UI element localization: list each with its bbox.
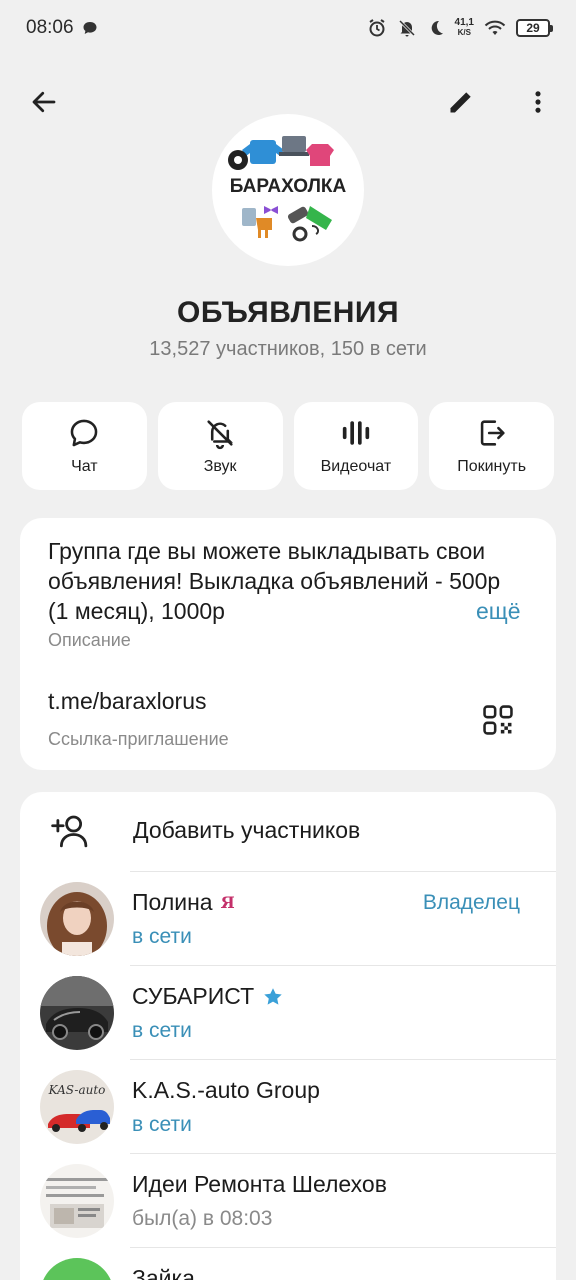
- chat-button-label: Чат: [71, 458, 98, 475]
- bell-off-icon: [207, 420, 234, 450]
- add-user-icon: [51, 815, 88, 848]
- member-row[interactable]: СУБАРИСТ в сети: [20, 965, 556, 1059]
- divider: [130, 1059, 556, 1060]
- pencil-icon: [450, 92, 471, 113]
- alarm-icon: [367, 18, 387, 38]
- leave-button-label: Покинуть: [457, 458, 527, 475]
- divider: [130, 1153, 556, 1154]
- show-more-link[interactable]: ещё: [468, 596, 521, 626]
- members-card: Добавить участников Полина Я в сети Влад…: [20, 792, 556, 1280]
- sound-button[interactable]: Звук: [157, 402, 283, 490]
- logo-text: БАРАХОЛКА: [230, 176, 347, 197]
- sound-button-label: Звук: [203, 458, 237, 475]
- member-row[interactable]: Полина Я в сети Владелец: [20, 871, 556, 965]
- status-bar: 08:06 41,1 K/S 29: [0, 0, 576, 56]
- emoji-badge: Я: [220, 893, 235, 912]
- avatar-text: KAS-auto: [48, 1083, 106, 1097]
- group-description[interactable]: Группа где вы можете выкладывать свои об…: [48, 536, 518, 632]
- owner-badge: Владелец: [422, 891, 520, 914]
- member-status: в сети: [132, 925, 192, 948]
- member-name: Полина Я: [132, 889, 235, 915]
- member-status: в сети: [132, 1113, 192, 1136]
- member-row[interactable]: KAS-auto K.A.S.-auto Group в сети: [20, 1059, 556, 1153]
- add-members-button[interactable]: Добавить участников: [20, 792, 556, 870]
- more-vertical-icon: [535, 91, 541, 113]
- avatar: [40, 976, 114, 1050]
- battery-indicator: 29: [516, 19, 553, 37]
- more-options-button[interactable]: [514, 78, 562, 126]
- description-caption: Описание: [48, 630, 131, 650]
- divider: [130, 965, 556, 966]
- wifi-icon: [484, 19, 506, 37]
- member-name: Зайка: [132, 1265, 195, 1280]
- group-info-card: Группа где вы можете выкладывать свои об…: [20, 518, 556, 770]
- member-name: СУБАРИСТ: [132, 983, 284, 1010]
- divider: [130, 871, 556, 872]
- group-title: ОБЪЯВЛЕНИЯ: [176, 296, 400, 329]
- edit-button[interactable]: [437, 78, 485, 126]
- member-name: K.A.S.-auto Group: [132, 1077, 320, 1103]
- moon-icon: [427, 19, 445, 37]
- divider: [130, 1247, 556, 1248]
- voice-wave-icon: [342, 421, 370, 445]
- chat-button[interactable]: Чат: [22, 402, 147, 490]
- avatar: [40, 1258, 114, 1280]
- arrow-left-icon: [32, 91, 56, 113]
- action-bar: Чат Звук Видеочат Покинуть: [22, 402, 554, 490]
- invite-link-caption: Ссылка-приглашение: [48, 729, 229, 749]
- network-speed: 41,1 K/S: [454, 17, 474, 38]
- avatar: [40, 882, 114, 956]
- group-member-count: 13,527 участников, 150 в сети: [149, 338, 427, 360]
- member-name: Идеи Ремонта Шелехов: [132, 1171, 387, 1197]
- back-button[interactable]: [20, 78, 68, 126]
- bell-muted-icon: [397, 18, 417, 38]
- videochat-button[interactable]: Видеочат: [293, 402, 419, 490]
- leave-button[interactable]: Покинуть: [429, 402, 554, 490]
- star-icon: [264, 987, 282, 1005]
- member-row[interactable]: Зайка: [20, 1247, 556, 1280]
- avatar: [40, 1164, 114, 1238]
- message-notification-icon: [82, 20, 98, 36]
- member-status: в сети: [132, 1019, 192, 1042]
- invite-link[interactable]: t.me/baraxlorus: [48, 688, 207, 715]
- member-row[interactable]: Идеи Ремонта Шелехов был(а) в 08:03: [20, 1153, 556, 1247]
- qr-code-button[interactable]: [478, 700, 518, 740]
- chat-bubble-icon: [71, 419, 98, 447]
- group-avatar[interactable]: БАРАХОЛКА: [212, 114, 364, 266]
- status-time: 08:06: [26, 17, 74, 38]
- member-status: был(а) в 08:03: [132, 1207, 273, 1230]
- qr-code-icon: [483, 705, 513, 735]
- videochat-button-label: Видеочат: [320, 458, 392, 475]
- add-members-label: Добавить участников: [133, 817, 361, 843]
- avatar: KAS-auto: [40, 1070, 114, 1144]
- leave-icon: [480, 420, 505, 446]
